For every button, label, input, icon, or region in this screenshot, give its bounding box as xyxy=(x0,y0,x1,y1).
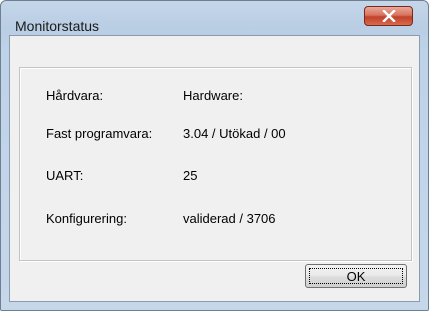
close-x-icon xyxy=(382,10,396,22)
close-button[interactable] xyxy=(364,6,413,26)
firmware-label: Fast programvara: xyxy=(46,126,153,141)
uart-label: UART: xyxy=(46,168,84,183)
uart-value: 25 xyxy=(183,168,198,183)
firmware-value: 3.04 / Utökad / 00 xyxy=(183,126,286,141)
monitorstatus-window: Monitorstatus Hårdvara: Hardware: Fast p… xyxy=(0,0,429,311)
ok-button-label: OK xyxy=(346,269,366,284)
hardware-label: Hårdvara: xyxy=(46,88,104,103)
dialog-client-area: Hårdvara: Hardware: Fast programvara: 3.… xyxy=(9,35,420,302)
configuration-value: validerad / 3706 xyxy=(183,211,276,226)
ok-button[interactable]: OK xyxy=(305,264,407,288)
title-bar[interactable]: Monitorstatus xyxy=(1,1,428,35)
hardware-value: Hardware: xyxy=(183,88,243,103)
configuration-label: Konfigurering: xyxy=(46,211,127,226)
window-title: Monitorstatus xyxy=(15,18,100,34)
